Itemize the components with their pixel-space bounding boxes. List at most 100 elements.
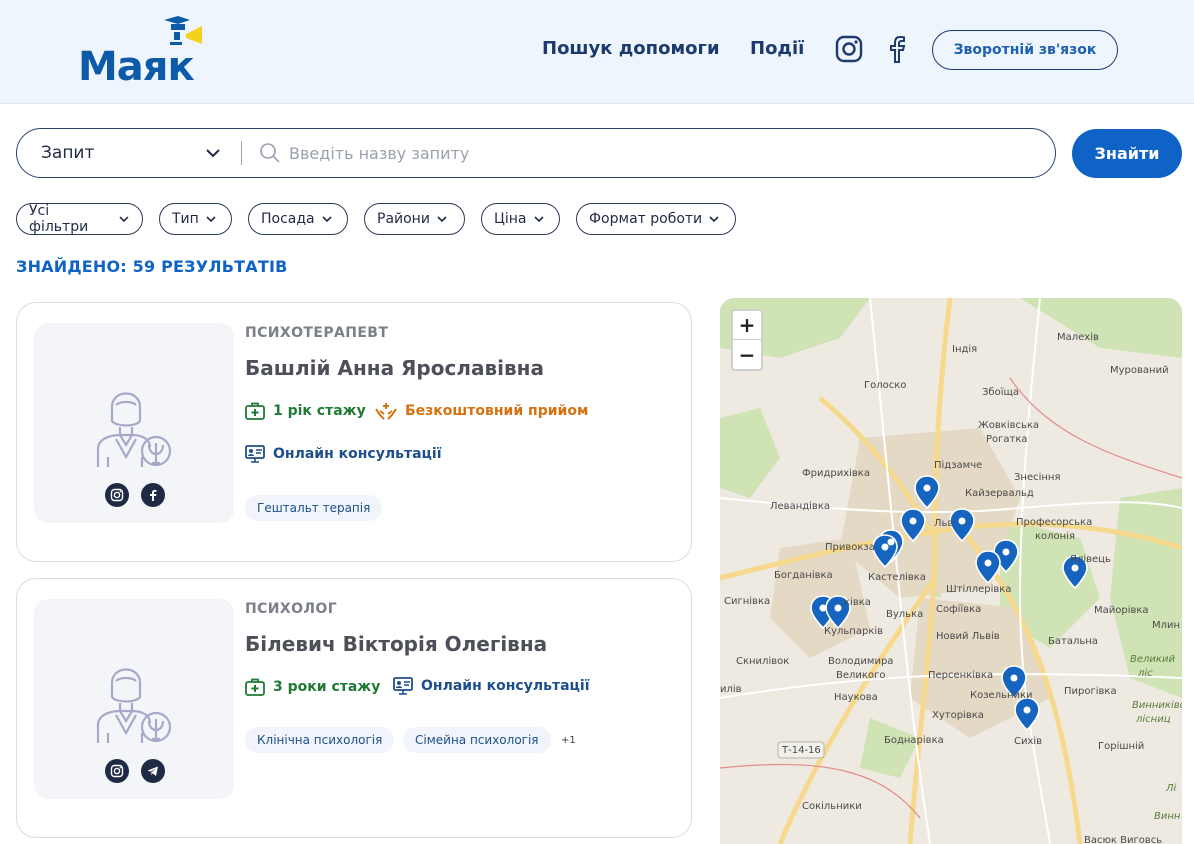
map-label: лісниц — [1136, 714, 1171, 725]
map-label: Підзамче — [934, 460, 983, 471]
filter-label: Формат роботи — [589, 211, 703, 227]
request-select-value: Запит — [41, 143, 95, 163]
specialist-name[interactable]: Білевич Вікторія Олегівна — [245, 632, 547, 656]
map-label: Мурований — [1110, 365, 1169, 376]
first-aid-kit-icon — [245, 402, 265, 420]
specialist-name[interactable]: Башлій Анна Ярославівна — [245, 356, 544, 380]
filter-price[interactable]: Ціна — [481, 203, 560, 235]
specialist-card[interactable]: ПСИХОТЕРАПЕВТ Башлій Анна Ярославівна 1 … — [16, 302, 692, 562]
experience-info: 1 рік стажу — [245, 401, 366, 421]
map-label: Т-14-16 — [782, 745, 821, 756]
map-label: Ялівець — [1070, 554, 1111, 565]
map-label: Вулька — [886, 609, 924, 620]
online-consult-icon — [393, 677, 413, 695]
filter-all[interactable]: Усі фільтри — [16, 203, 143, 235]
nav-events[interactable]: Події — [750, 38, 804, 59]
psychologist-avatar-icon — [96, 668, 172, 743]
map-label: Наукова — [834, 692, 878, 703]
experience-text: 3 роки стажу — [273, 679, 381, 695]
map-label: Левандівка — [770, 501, 830, 512]
map-label: Кульпарків — [824, 626, 884, 637]
map-label: колонія — [1035, 531, 1075, 542]
map-label: Млин — [1152, 620, 1181, 631]
helping-hands-icon — [375, 403, 397, 420]
contact-button[interactable]: Зворотній зв'язок — [932, 30, 1118, 70]
filter-position[interactable]: Посада — [248, 203, 348, 235]
first-aid-kit-icon — [245, 678, 265, 696]
specialization-tag[interactable]: Сімейна психологія — [403, 727, 551, 753]
map-label: Батальна — [1048, 636, 1098, 647]
map-label: Володимира — [828, 656, 894, 667]
map-label: ліс — [1138, 668, 1153, 679]
specialist-card[interactable]: ПСИХОЛОГ Білевич Вікторія Олегівна 3 рок… — [16, 578, 692, 838]
find-button[interactable]: Знайти — [1072, 129, 1182, 178]
logo[interactable]: Маяк — [78, 14, 208, 90]
map-label: Льв — [934, 518, 954, 529]
filter-work-format[interactable]: Формат роботи — [576, 203, 736, 235]
telegram-icon[interactable] — [141, 759, 165, 783]
map-label: Скнилівок — [736, 656, 790, 667]
chevron-down-icon[interactable] — [205, 145, 221, 161]
chevron-down-icon — [322, 216, 332, 223]
chevron-down-icon — [533, 216, 544, 223]
map-label: Кастелівка — [868, 572, 926, 583]
map-label: Фридрихівка — [802, 468, 870, 479]
chevron-down-icon — [119, 216, 129, 223]
map-label: Рогатка — [986, 434, 1028, 445]
facebook-icon[interactable] — [141, 483, 165, 507]
instagram-icon[interactable] — [834, 34, 864, 64]
instagram-icon[interactable] — [105, 759, 129, 783]
zoom-out-button[interactable]: − — [733, 340, 761, 369]
map-label: Збоїща — [982, 387, 1020, 398]
map-label: Боднарівка — [884, 735, 944, 746]
chevron-down-icon — [437, 216, 447, 223]
logo-text: Маяк — [78, 44, 195, 90]
specialist-role: ПСИХОТЕРАПЕВТ — [245, 325, 389, 341]
map[interactable]: Індія Малехів Голоско Збоїща Мурований Ж… — [720, 298, 1182, 844]
map-label: илів — [720, 684, 742, 695]
map-label: Винниківськ — [1132, 700, 1182, 711]
online-info: Онлайн консультації — [393, 677, 590, 695]
map-label: Горішній — [1098, 741, 1145, 752]
filter-districts[interactable]: Райони — [364, 203, 465, 235]
map-label: Новий Львів — [936, 631, 1000, 642]
map-label: Персенківка — [928, 670, 994, 681]
facebook-icon[interactable] — [882, 34, 912, 64]
map-label: Пирогівка — [1064, 686, 1117, 697]
results-count: ЗНАЙДЕНО: 59 РЕЗУЛЬТАТІВ — [16, 257, 288, 276]
divider — [241, 141, 242, 165]
filter-label: Райони — [377, 211, 430, 227]
free-visit-info: Безкоштовний прийом — [375, 401, 588, 421]
map-label: Сокільники — [802, 801, 862, 812]
map-label: Майорівка — [1094, 605, 1149, 616]
online-consult-icon — [245, 445, 265, 463]
search-icon — [260, 143, 280, 163]
map-label: Великого — [836, 670, 886, 681]
online-text: Онлайн консультації — [421, 678, 590, 694]
filter-label: Посада — [261, 211, 315, 227]
specialization-tag[interactable]: Клінічна психологія — [245, 727, 395, 753]
zoom-in-button[interactable]: + — [733, 311, 761, 340]
map-label: Винн — [1154, 811, 1181, 822]
filter-label: Усі фільтри — [29, 203, 89, 235]
experience-text: 1 рік стажу — [273, 403, 366, 419]
instagram-icon[interactable] — [105, 483, 129, 507]
map-label: Великий — [1130, 654, 1175, 665]
map-label: Кайзервальд — [965, 488, 1034, 499]
map-label: Козельники — [970, 690, 1033, 701]
search-input[interactable] — [289, 138, 1029, 168]
nav-help-search[interactable]: Пошук допомоги — [542, 38, 720, 59]
specialist-role: ПСИХОЛОГ — [245, 601, 338, 617]
map-label: Богданівка — [774, 570, 833, 581]
experience-info: 3 роки стажу — [245, 677, 380, 697]
map-label: Малехів — [1057, 332, 1099, 343]
map-label: ківка — [844, 597, 871, 608]
map-label: Голоско — [864, 380, 907, 391]
filter-type[interactable]: Тип — [159, 203, 232, 235]
avatar — [34, 599, 234, 799]
map-label: Сихів — [1014, 736, 1043, 747]
site-header: Маяк Пошук допомоги Події Зворотній зв'я… — [0, 0, 1194, 104]
chevron-down-icon — [206, 216, 216, 223]
specialization-tag[interactable]: Гештальт терапія — [245, 495, 383, 521]
more-tags-count[interactable]: +1 — [561, 735, 576, 746]
